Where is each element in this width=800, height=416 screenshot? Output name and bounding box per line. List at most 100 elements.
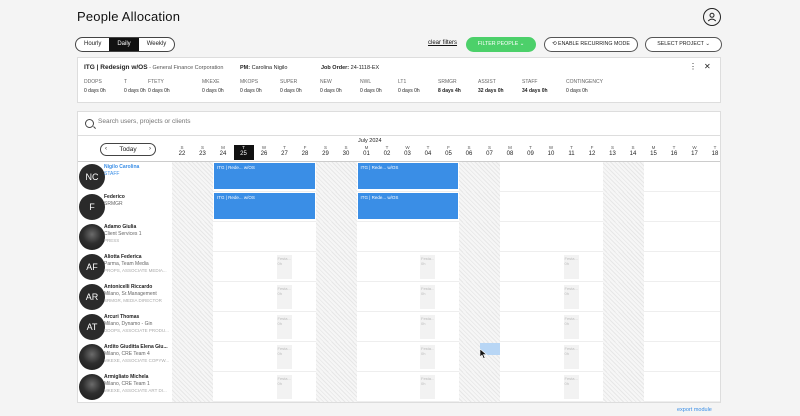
day-column-header[interactable]: T 16: [664, 145, 684, 157]
allocation-cells[interactable]: Festa... 0h Festa... 0h Festa... 0h: [172, 342, 720, 372]
allocation-bar[interactable]: ITG | Rede... w/OS: [357, 163, 458, 189]
day-column-header[interactable]: M 24: [213, 145, 233, 157]
chevron-right-icon[interactable]: ›: [149, 144, 151, 155]
weekday-label: M: [651, 145, 656, 150]
day-column-header[interactable]: F 28: [295, 145, 315, 157]
stat-4: MKOPS 0 days 0h: [240, 79, 262, 94]
weekend-cell: [172, 162, 213, 192]
day-column-header[interactable]: W 17: [685, 145, 705, 157]
avatar: [79, 224, 105, 250]
recurring-mode-button[interactable]: ⟲ ENABLE RECURRING MODE: [544, 37, 638, 52]
day-column-header[interactable]: S 07: [480, 145, 500, 157]
day-column-header[interactable]: T 27: [275, 145, 295, 157]
holiday-cell: Festa... 0h: [563, 255, 579, 279]
person-name: Arcuri Thomas: [104, 314, 140, 320]
allocation-cells[interactable]: Festa... 0h Festa... 0h Festa... 0h: [172, 312, 720, 342]
project-pm: PM: Carolina Nigilo: [240, 65, 287, 71]
allocation-bar[interactable]: ITG | Rede... w/OS: [214, 163, 315, 189]
select-project-dropdown[interactable]: SELECT PROJECT ⌄: [645, 37, 722, 52]
table-row: Adamo Giulia Client Services 1 PRESS: [78, 222, 720, 252]
person-cell[interactable]: AF Aliotta Federica Parma, Team Media PROPS…: [78, 252, 179, 282]
view-hourly[interactable]: Hourly: [76, 38, 109, 51]
stat-value: 0 days 0h: [360, 88, 382, 94]
weekend-cell: [315, 162, 357, 192]
day-column-header[interactable]: S 22: [172, 145, 192, 157]
weekday-label: F: [590, 145, 594, 150]
allocation-cells[interactable]: Festa... 0h Festa... 0h Festa... 0h: [172, 282, 720, 312]
day-column-header[interactable]: M 08: [500, 145, 520, 157]
day-column-header[interactable]: S 14: [623, 145, 643, 157]
person-cell[interactable]: AR Antonicelli Riccardo Milano, Sr.Managem…: [78, 282, 179, 312]
export-module-link[interactable]: export module: [677, 407, 712, 413]
job-label: Job Order:: [321, 65, 350, 71]
day-column-header[interactable]: W 10: [541, 145, 561, 157]
stat-value: 34 days 0h: [522, 88, 548, 94]
allocation-cells[interactable]: ITG | Rede... w/OS ITG | Rede... w/OS: [172, 192, 720, 222]
weekend-cell: [172, 312, 213, 342]
allocation-cells[interactable]: [172, 222, 720, 252]
person-cell[interactable]: Armigliato Michela Milano, CRE Team 1 MKEX…: [78, 372, 179, 402]
person-cell[interactable]: AT Arcuri Thomas Milano, Dynamo - Gin DDOPS…: [78, 312, 179, 342]
toolbar: Hourly Daily Weekly clear filters FILTER…: [0, 37, 800, 52]
allocation-cells[interactable]: Festa... 0h Festa... 0h Festa... 0h: [172, 372, 720, 402]
person-cell[interactable]: F Federico SRMGR: [78, 192, 179, 222]
day-column-header[interactable]: S 06: [459, 145, 479, 157]
weekend-cell: [172, 192, 213, 222]
person-cell[interactable]: Adamo Giulia Client Services 1 PRESS: [78, 222, 179, 252]
day-column-header[interactable]: T 04: [418, 145, 438, 157]
today-navigator: ‹ Today ›: [100, 143, 156, 156]
person-cell[interactable]: Ardito Giuditta Elena Giu... Milano, CRE …: [78, 342, 179, 372]
day-column-header[interactable]: S 30: [336, 145, 356, 157]
allocation-bar[interactable]: ITG | Rede... w/OS: [214, 193, 315, 219]
day-column-header[interactable]: T 09: [521, 145, 541, 157]
chevron-left-icon[interactable]: ‹: [105, 144, 107, 155]
person-role: STAFF: [104, 171, 120, 177]
allocation-cells[interactable]: Festa... 0h Festa... 0h Festa... 0h: [172, 252, 720, 282]
person-dept: PRESS: [104, 238, 120, 243]
more-options-icon[interactable]: ⋮: [689, 62, 697, 71]
job-value: 24-1118-EX: [350, 65, 380, 71]
day-column-header[interactable]: T 02: [377, 145, 397, 157]
stat-label: LT1: [398, 79, 407, 85]
table-row: Armigliato Michela Milano, CRE Team 1 MKEX…: [78, 372, 720, 402]
clear-filters-link[interactable]: clear filters: [428, 40, 457, 46]
stat-value: 0 days 0h: [124, 88, 146, 94]
view-weekly[interactable]: Weekly: [139, 38, 175, 51]
day-column-header[interactable]: S 13: [603, 145, 623, 157]
weekday-label: T: [426, 145, 430, 150]
day-column-header[interactable]: W 03: [398, 145, 418, 157]
weekend-cell: [602, 282, 644, 312]
today-button[interactable]: Today: [119, 146, 136, 153]
chevron-down-icon: ⌄: [519, 41, 525, 47]
weekend-cell: [459, 222, 500, 252]
day-column-header[interactable]: T 25: [233, 145, 254, 160]
day-column-header[interactable]: F 05: [439, 145, 459, 157]
allocation-bar[interactable]: ITG | Rede... w/OS: [357, 193, 458, 219]
view-daily[interactable]: Daily: [109, 38, 139, 51]
person-dept: MKEXE, ASSOCIATE COPYW...: [104, 358, 170, 363]
day-column-header[interactable]: M 15: [644, 145, 664, 157]
date-label: 30: [342, 151, 350, 157]
holiday-cell: Festa... 0h: [420, 375, 435, 399]
close-icon[interactable]: ✕: [704, 62, 711, 71]
allocation-cells[interactable]: ITG | Rede... w/OS ITG | Rede... w/OS: [172, 162, 720, 192]
stat-value: 0 days 0h: [148, 88, 170, 94]
day-column-header[interactable]: T 11: [562, 145, 582, 157]
day-column-header[interactable]: S 29: [316, 145, 336, 157]
user-avatar-button[interactable]: [703, 8, 721, 26]
day-column-header[interactable]: T 18: [705, 145, 720, 157]
holiday-cell: Festa... 0h: [563, 375, 579, 399]
person-name: Aliotta Federica: [104, 254, 142, 260]
day-column-header[interactable]: S 23: [193, 145, 213, 157]
day-column-header[interactable]: F 12: [582, 145, 602, 157]
filter-people-button[interactable]: FILTER PEOPLE ⌄: [466, 37, 536, 52]
stat-11: STAFF 34 days 0h: [522, 79, 548, 94]
day-column-header[interactable]: M 01: [357, 145, 377, 157]
person-dept: SRMGR, MEDIA DIRECTOR: [104, 298, 162, 303]
person-cell[interactable]: NC Nigilo Carolina STAFF: [78, 162, 179, 192]
stat-0: DDOPS 0 days 0h: [84, 79, 106, 94]
search-bar: [77, 111, 721, 135]
day-column-header[interactable]: W 26: [254, 145, 274, 157]
date-label: 06: [465, 151, 473, 157]
search-input[interactable]: [98, 118, 398, 125]
